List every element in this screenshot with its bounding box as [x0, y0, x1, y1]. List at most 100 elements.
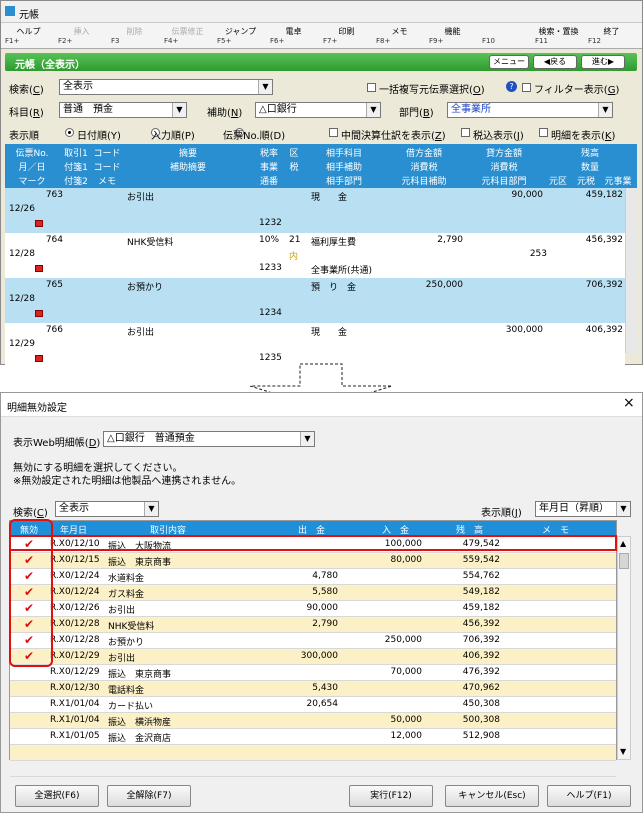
- row-date: R.X0/12/29: [50, 651, 100, 661]
- table-row[interactable]: ✔ R.X0/12/15 振込 東京商事 80,000 559,542: [10, 553, 616, 569]
- clear-all-button[interactable]: 全解除(F7): [107, 785, 191, 807]
- table-row[interactable]: ✔ R.X0/12/26 お引出 90,000 459,182: [10, 601, 616, 617]
- fkey-9-button[interactable]: 機能 F9+: [427, 24, 478, 47]
- counter-account: 現 金: [311, 328, 348, 338]
- col-business: 事業: [259, 163, 278, 173]
- col-orig1: 元科目補助: [401, 177, 447, 187]
- dept-select[interactable]: 全事業所 ▼: [447, 102, 613, 118]
- fkey-12-button[interactable]: 終了 F12: [586, 24, 637, 47]
- empty-row: [10, 761, 616, 777]
- first-row-highlight: [9, 535, 617, 551]
- ledger-row[interactable]: 765 12/28 お預かり 1234 預 り 金 250,000 706,392: [5, 278, 625, 323]
- back-button[interactable]: ◀戻る: [533, 55, 577, 69]
- slip-number: 764: [45, 235, 63, 245]
- close-icon[interactable]: ×: [623, 395, 635, 411]
- order-label: 表示順: [9, 131, 39, 142]
- forward-button[interactable]: 進む▶: [581, 55, 625, 69]
- table-row[interactable]: R.X1/01/04 振込 横浜物産 50,000 500,308: [10, 713, 616, 729]
- entry-date: 12/28: [9, 294, 35, 304]
- row-date: R.X1/01/04: [50, 699, 100, 709]
- help-icon[interactable]: ?: [506, 81, 517, 92]
- table-row[interactable]: ✔ R.X0/12/28 お預かり 250,000 706,392: [10, 633, 616, 649]
- row-out: 300,000: [300, 651, 338, 661]
- table-row[interactable]: R.X1/01/05 振込 金沢商店 12,000 512,908: [10, 729, 616, 745]
- fkey-number: F5+: [217, 37, 232, 45]
- mark-icon[interactable]: [35, 220, 43, 227]
- row-in: 70,000: [390, 667, 423, 677]
- ledger-row[interactable]: 763 12/26 お引出 1232 現 金 90,000 459,182: [5, 188, 625, 233]
- help-button[interactable]: ヘルプ(F1): [547, 785, 631, 807]
- order-date-radio[interactable]: [65, 128, 74, 137]
- dialog-order-select[interactable]: 年月日（昇順） ▼: [535, 501, 631, 517]
- invalid-toggle-cell[interactable]: [24, 667, 36, 679]
- table-row[interactable]: ✔ R.X0/12/28 NHK受信料 2,790 456,392: [10, 617, 616, 633]
- execute-button[interactable]: 実行(F12): [349, 785, 433, 807]
- webbook-select[interactable]: △口銀行 普通預金 ▼: [103, 431, 315, 447]
- fkey-1-button[interactable]: ヘルプ F1+: [3, 24, 54, 47]
- dialog-search-select[interactable]: 全表示 ▼: [55, 501, 159, 517]
- cancel-button[interactable]: キャンセル(Esc): [445, 785, 539, 807]
- select-all-button[interactable]: 全選択(F6): [15, 785, 99, 807]
- invalid-toggle-cell[interactable]: [24, 699, 36, 711]
- menu-button[interactable]: メニュー: [489, 55, 529, 69]
- mark-icon[interactable]: [35, 265, 43, 272]
- row-out: 2,790: [312, 619, 338, 629]
- fkey-8-button[interactable]: メモ F8+: [374, 24, 425, 47]
- row-balance: 512,908: [462, 731, 500, 741]
- table-row[interactable]: ✔ R.X0/12/24 水道料金 4,780 554,762: [10, 569, 616, 585]
- scroll-down-icon[interactable]: ▼: [620, 747, 626, 756]
- sub-account-select[interactable]: △口銀行 ▼: [255, 102, 381, 118]
- col-code1: コード: [93, 149, 121, 159]
- ledger-scrollbar[interactable]: [625, 188, 637, 353]
- table-row[interactable]: ✔ R.X0/12/29 お引出 300,000 406,392: [10, 649, 616, 665]
- interim-checkbox[interactable]: [329, 128, 338, 137]
- bulk-copy-checkbox[interactable]: [367, 83, 376, 92]
- fkey-label: 終了: [603, 27, 620, 36]
- col-ku: 区: [289, 149, 299, 159]
- scroll-thumb[interactable]: [619, 553, 629, 569]
- dept-label: 部門(B): [399, 108, 434, 119]
- row-content: 振込 東京商事: [108, 670, 172, 680]
- col-slip-no: 伝票No.: [15, 149, 49, 159]
- entry-date: 12/28: [9, 249, 35, 259]
- show-detail-checkbox[interactable]: [539, 128, 548, 137]
- col-mark: マーク: [18, 177, 46, 187]
- detail-grid: 無効 年月日 取引内容 出 金 入 金 残 高 メ モ ✔ R.X0/12/10 振…: [9, 520, 617, 777]
- col-memo: メモ: [97, 177, 116, 187]
- search-select[interactable]: 全表示 ▼: [59, 79, 273, 95]
- fkey-label: 挿入: [73, 27, 90, 36]
- fkey-7-button[interactable]: 印刷 F7+: [321, 24, 372, 47]
- ledger-row[interactable]: 764 12/28 NHK受信料 10% 21 内 1233 福利厚生費 2,790 253 456…: [5, 233, 625, 278]
- table-row[interactable]: R.X0/12/30 電話料金 5,430 470,962: [10, 681, 616, 697]
- voucher-number: 1232: [259, 218, 282, 228]
- filter-checkbox[interactable]: [522, 83, 531, 92]
- invalid-toggle-cell[interactable]: [24, 683, 36, 695]
- fkey-10-button[interactable]: F10: [480, 24, 531, 47]
- row-date: R.X0/12/28: [50, 635, 100, 645]
- slip-number: 765: [45, 280, 63, 290]
- fkey-number: F6+: [270, 37, 285, 45]
- col-date: 月／日: [18, 163, 46, 173]
- fkey-5-button[interactable]: ジャンプ F5+: [215, 24, 266, 47]
- fkey-6-button[interactable]: 電卓 F6+: [268, 24, 319, 47]
- scroll-up-icon[interactable]: ▲: [620, 539, 626, 548]
- ledger-window-title: 元帳: [19, 10, 39, 21]
- app-icon: [5, 6, 15, 16]
- grid-scrollbar[interactable]: ▲ ▼: [617, 536, 631, 760]
- mark-icon[interactable]: [35, 355, 43, 362]
- table-row[interactable]: R.X0/12/29 振込 東京商事 70,000 476,392: [10, 665, 616, 681]
- row-balance: 554,762: [462, 571, 500, 581]
- tax-incl-checkbox[interactable]: [461, 128, 470, 137]
- fkey-11-button[interactable]: 検索・置換 F11: [533, 24, 584, 47]
- col-tax-rate: 税率: [259, 149, 278, 159]
- row-content: お引出: [108, 606, 136, 616]
- table-row[interactable]: ✔ R.X0/12/24 ガス料金 5,580 549,182: [10, 585, 616, 601]
- account-select[interactable]: 普通 預金 ▼: [59, 102, 187, 118]
- invalid-toggle-cell[interactable]: [24, 715, 36, 727]
- invalid-toggle-cell[interactable]: [24, 731, 36, 743]
- tax-inner: 内: [289, 252, 299, 262]
- mark-icon[interactable]: [35, 310, 43, 317]
- row-content: お預かり: [108, 638, 145, 648]
- table-row[interactable]: R.X1/01/04 カード払い 20,654 450,308: [10, 697, 616, 713]
- function-key-bar: ヘルプ F1+ 挿入 F2+ 削除 F3 伝票修正 F4+ ジャンプ F5+ 電卓 F6+ 印刷 F7+ メ…: [1, 23, 642, 49]
